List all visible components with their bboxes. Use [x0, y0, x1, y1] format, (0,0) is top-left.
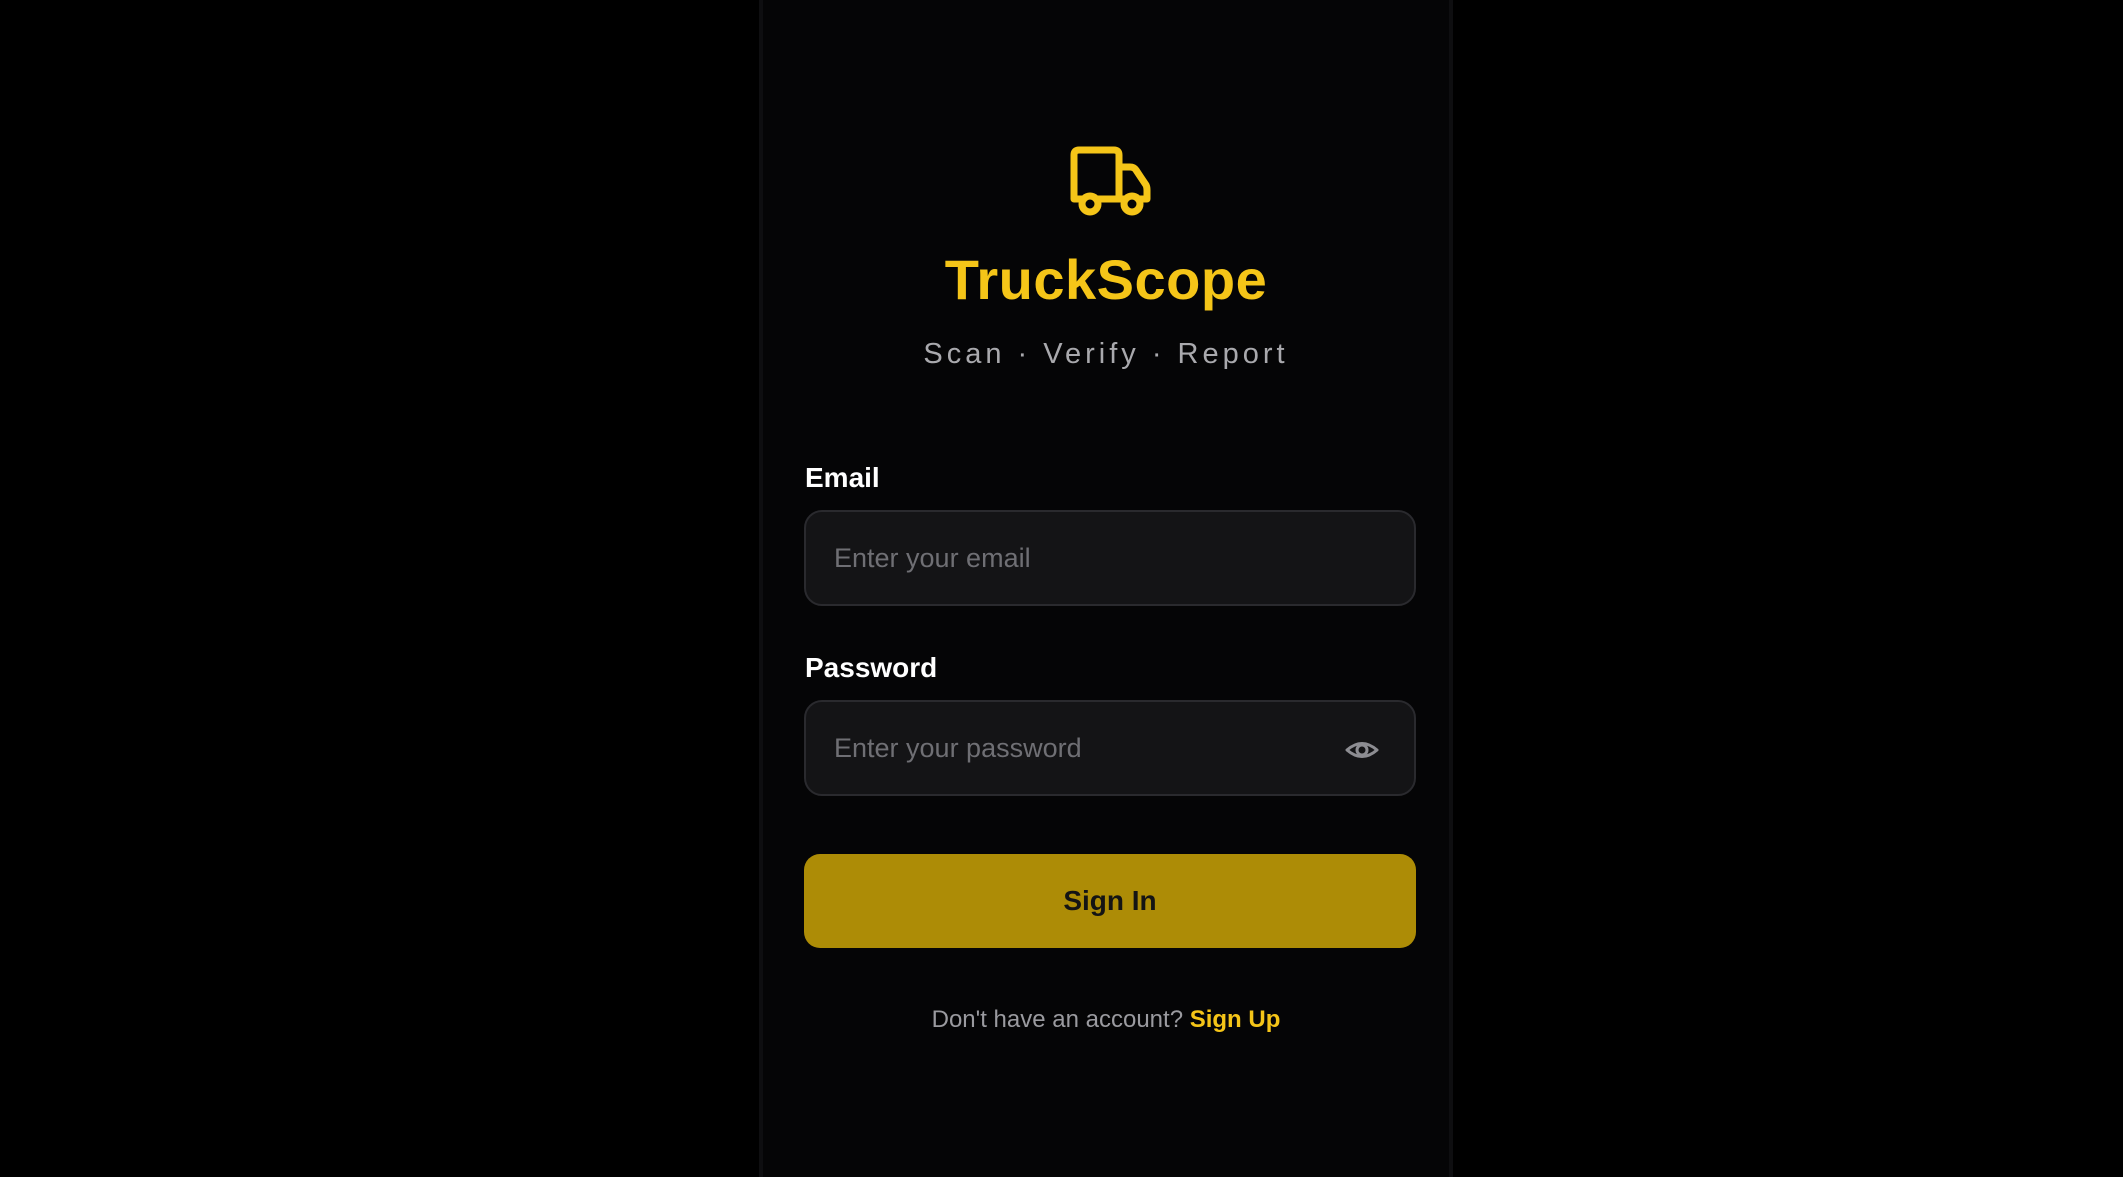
- email-label: Email: [805, 462, 880, 493]
- app-title: TruckScope: [944, 248, 1268, 311]
- email-field[interactable]: [834, 512, 1354, 604]
- signup-prompt-text: Don't have an account?: [931, 1006, 1184, 1033]
- login-screen: TruckScope Scan · Verify · Report Email …: [759, 0, 1453, 1177]
- email-field-container: [804, 510, 1416, 606]
- password-field[interactable]: [834, 702, 1354, 794]
- screen-background: TruckScope Scan · Verify · Report Email …: [0, 0, 2123, 1177]
- app-tagline: Scan · Verify · Report: [923, 338, 1289, 370]
- sign-in-button[interactable]: Sign In: [804, 854, 1416, 948]
- eye-icon[interactable]: [1344, 732, 1380, 768]
- truck-icon: [1068, 145, 1152, 219]
- password-label: Password: [805, 652, 938, 683]
- signup-prompt-row: Don't have an account? Sign Up: [763, 1008, 1449, 1032]
- password-field-container: [804, 700, 1416, 796]
- sign-up-link[interactable]: Sign Up: [1190, 1006, 1281, 1033]
